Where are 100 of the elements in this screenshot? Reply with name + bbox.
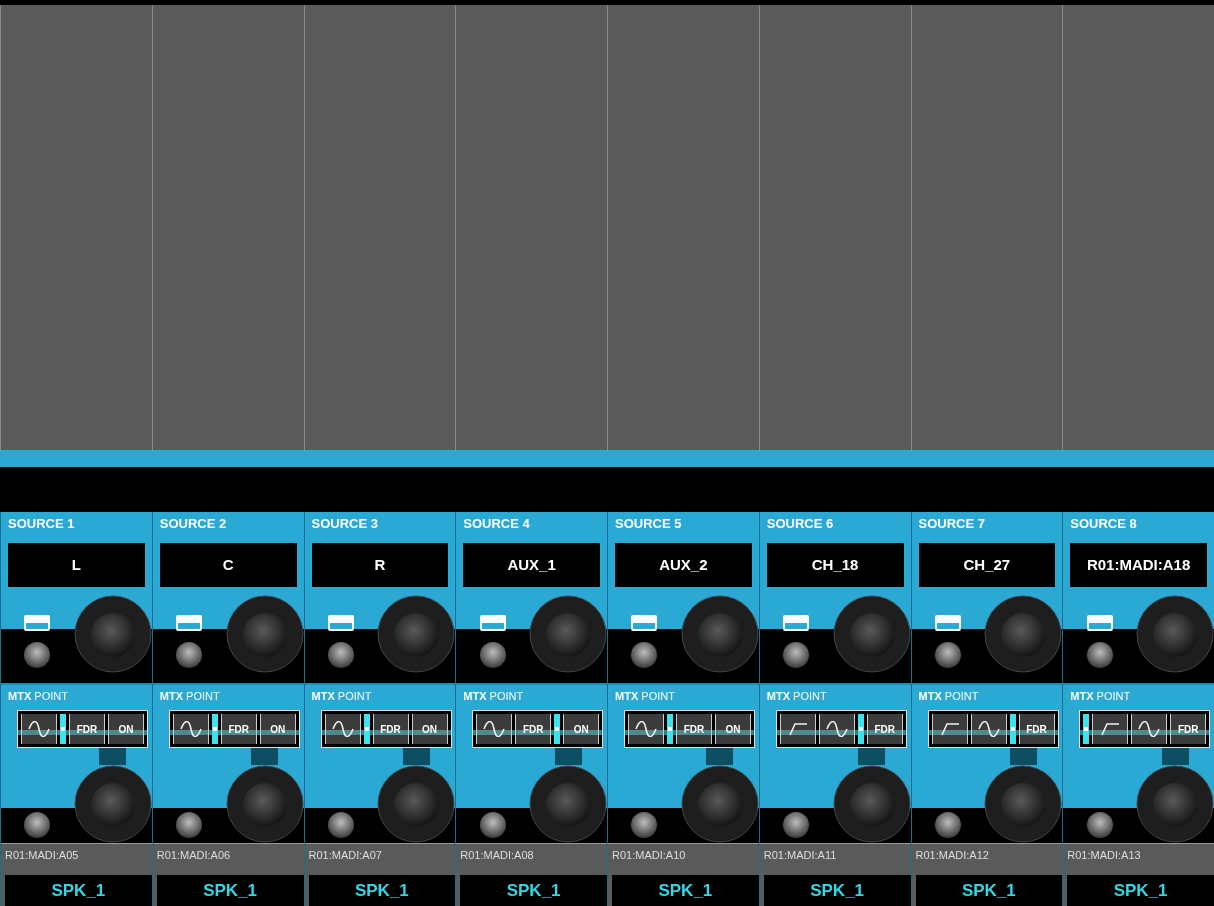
chain-slot[interactable]: FDR [220,714,257,744]
connector-block [554,748,582,765]
chain-slot[interactable]: ON [259,714,296,744]
insert-point-marker[interactable] [667,714,673,744]
chain-slot[interactable]: FDR [515,714,552,744]
source-label: SOURCE 7 [917,515,985,532]
sine-wave-icon [27,721,51,737]
knob-control[interactable] [1136,595,1214,673]
round-button[interactable] [1085,811,1114,839]
insert-point-marker[interactable] [211,714,218,744]
round-button[interactable] [175,811,204,839]
round-button[interactable] [326,641,355,669]
chain-slot[interactable]: ON [715,714,751,744]
knob-control[interactable] [73,595,152,673]
output-display[interactable]: SPK_1 [612,875,759,906]
source-display[interactable]: AUX_2 [615,543,752,587]
insert-point-marker[interactable] [60,714,66,744]
source-display[interactable]: R [311,543,449,587]
source-display[interactable]: AUX_1 [463,543,600,587]
source-label: SOURCE 3 [310,515,378,532]
chain-slot[interactable]: FDR [1170,714,1207,744]
toggle-icon[interactable] [631,615,658,631]
sine-wave-icon [330,721,355,737]
round-button[interactable] [175,641,204,669]
source-label: SOURCE 4 [462,515,530,532]
round-button[interactable] [630,811,659,839]
round-button[interactable] [782,811,811,839]
signal-chain[interactable]: FDR ON [168,710,300,748]
toggle-icon[interactable] [1086,615,1113,631]
output-display[interactable]: SPK_1 [5,875,152,906]
knob-control[interactable] [377,765,456,843]
round-button[interactable] [23,641,52,669]
output-display[interactable]: SPK_1 [156,875,304,906]
round-button[interactable] [933,811,962,839]
source-display[interactable]: C [159,543,297,587]
toggle-icon[interactable] [934,615,961,631]
connector-block [706,748,734,765]
knob-control[interactable] [984,765,1063,843]
knob-control[interactable] [680,765,759,843]
round-button[interactable] [630,641,659,669]
mtx-point-label: MTX POINT [310,689,372,704]
knob-control[interactable] [832,595,911,673]
round-button[interactable] [478,641,507,669]
signal-chain[interactable]: FDR ON [624,710,755,748]
round-button[interactable] [933,641,962,669]
knob-control[interactable] [832,765,911,843]
insert-point-marker[interactable] [363,714,370,744]
input-label: R01:MADI:A12 [911,843,1063,875]
insert-point-marker[interactable] [1083,714,1090,744]
chain-slot[interactable]: ON [108,714,144,744]
toggle-icon[interactable] [783,615,810,631]
knob-control[interactable] [1136,765,1214,843]
source-display[interactable]: CH_18 [766,543,904,587]
connector-block [251,748,278,765]
signal-chain[interactable]: FDR [775,710,907,748]
chain-slot[interactable]: ON [563,714,600,744]
knob-control[interactable] [73,765,152,843]
signal-chain[interactable]: FDR ON [320,710,452,748]
signal-chain[interactable]: FDR [927,710,1059,748]
mtx-point-label: MTX POINT [917,689,979,704]
signal-chain[interactable]: FDR [1079,710,1211,748]
chain-slot[interactable]: FDR [69,714,105,744]
source-display[interactable]: CH_27 [918,543,1056,587]
output-display[interactable]: SPK_1 [915,875,1063,906]
output-display[interactable]: SPK_1 [460,875,607,906]
insert-point-marker[interactable] [1009,714,1016,744]
output-display[interactable]: SPK_1 [308,875,456,906]
input-label: R01:MADI:A10 [608,843,759,875]
chain-slot[interactable]: ON [411,714,448,744]
knob-control[interactable] [225,765,304,843]
source-display[interactable]: L [8,543,145,587]
round-button[interactable] [782,641,811,669]
sine-wave-icon [178,721,203,737]
knob-control[interactable] [529,595,607,673]
knob-control[interactable] [984,595,1063,673]
toggle-icon[interactable] [327,615,354,631]
round-button[interactable] [23,811,52,839]
knob-control[interactable] [377,595,456,673]
round-button[interactable] [326,811,355,839]
signal-chain[interactable]: FDR ON [472,710,604,748]
round-button[interactable] [478,811,507,839]
knob-control[interactable] [680,595,759,673]
chain-slot[interactable]: FDR [372,714,409,744]
toggle-icon[interactable] [176,615,203,631]
knob-control[interactable] [529,765,607,843]
source-display[interactable]: R01:MADI:A18 [1070,543,1207,587]
toggle-icon[interactable] [479,615,506,631]
mtx-point-label: MTX POINT [7,689,68,704]
toggle-icon[interactable] [24,615,51,631]
output-display[interactable]: SPK_1 [763,875,911,906]
chain-slot[interactable]: FDR [1018,714,1055,744]
filter-curve-icon [786,722,809,736]
chain-slot[interactable]: FDR [866,714,903,744]
insert-point-marker[interactable] [857,714,864,744]
knob-control[interactable] [225,595,304,673]
insert-point-marker[interactable] [554,714,561,744]
output-display[interactable]: SPK_1 [1067,875,1214,906]
chain-slot[interactable]: FDR [676,714,712,744]
round-button[interactable] [1085,641,1114,669]
signal-chain[interactable]: FDR ON [17,710,148,748]
